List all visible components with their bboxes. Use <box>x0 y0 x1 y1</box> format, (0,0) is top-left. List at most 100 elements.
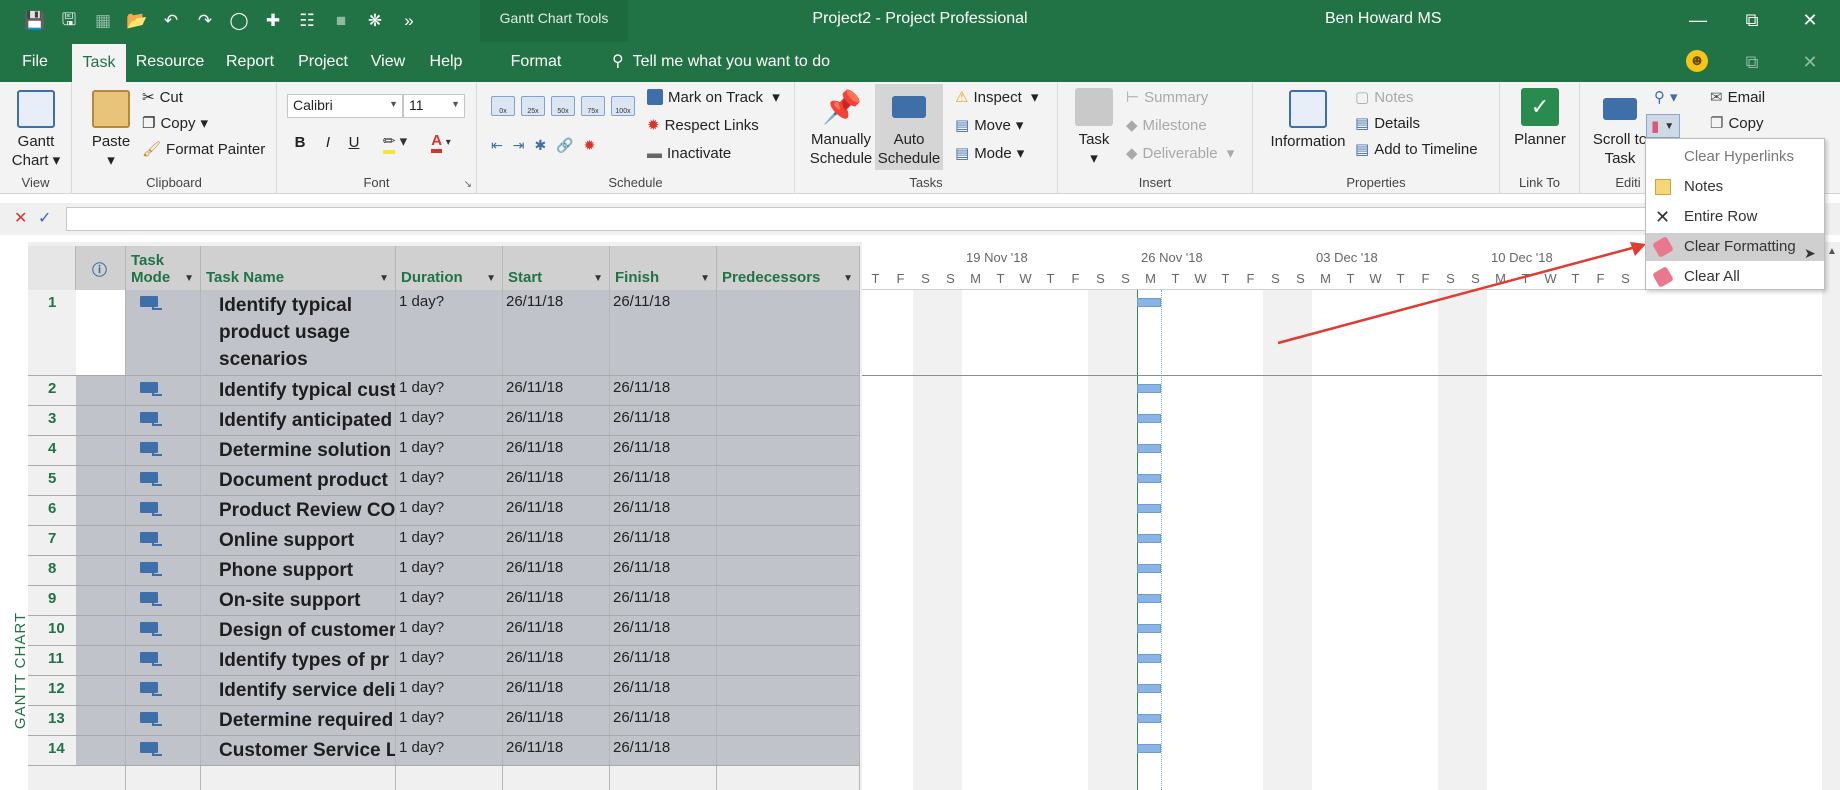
copy-button[interactable]: ❐ Copy ▾ <box>142 112 208 134</box>
indicator-cell[interactable] <box>76 466 126 495</box>
indicator-cell[interactable] <box>76 706 126 735</box>
row-number[interactable]: 12 <box>28 676 76 705</box>
row-number[interactable]: 6 <box>28 496 76 525</box>
start-cell[interactable]: 26/11/18 <box>503 586 610 615</box>
row-number[interactable]: 5 <box>28 466 76 495</box>
finish-cell[interactable]: 26/11/18 <box>610 646 717 675</box>
copy-picture-button[interactable]: ❐ Copy <box>1710 112 1763 134</box>
finish-cell[interactable]: 26/11/18 <box>610 376 717 405</box>
duration-cell[interactable]: 1 day? <box>396 706 503 735</box>
task-mode-cell[interactable] <box>126 706 201 735</box>
pct-75-icon[interactable]: 75x <box>581 96 605 116</box>
tab-report[interactable]: Report <box>220 42 280 82</box>
task-bar[interactable] <box>1137 624 1161 633</box>
milestone-button[interactable]: ◆ Milestone <box>1126 114 1207 136</box>
start-cell[interactable]: 26/11/18 <box>503 376 610 405</box>
mark-on-track-button[interactable]: Mark on Track ▾ <box>647 86 780 108</box>
predecessors-cell[interactable] <box>717 556 860 585</box>
header-task-mode[interactable]: Task Mode ▼ <box>126 246 201 290</box>
tab-help[interactable]: Help <box>424 42 468 82</box>
finish-cell[interactable]: 26/11/18 <box>610 526 717 555</box>
finish-cell[interactable]: 26/11/18 <box>610 496 717 525</box>
header-finish[interactable]: Finish ▼ <box>610 246 717 290</box>
information-button[interactable]: Information <box>1263 90 1353 151</box>
task-bar[interactable] <box>1137 298 1161 307</box>
indicator-cell[interactable] <box>76 676 126 705</box>
filter-arrow-icon[interactable]: ▼ <box>843 273 853 284</box>
clear-button[interactable]: ▮ ▼ <box>1646 114 1680 138</box>
table-row[interactable]: 4 Determine solution 1 day? 26/11/18 26/11/1… <box>28 436 860 466</box>
duration-cell[interactable]: 1 day? <box>396 466 503 495</box>
task-name-cell[interactable]: Identify typical product usage scenarios <box>201 290 396 375</box>
header-indicators[interactable]: ⓘ <box>76 246 126 290</box>
duration-cell[interactable]: 1 day? <box>396 290 503 375</box>
filter-arrow-icon[interactable]: ▼ <box>593 273 603 284</box>
minimize-icon[interactable]: — <box>1678 6 1718 34</box>
row-number[interactable]: 2 <box>28 376 76 405</box>
task-name-cell[interactable]: Phone support <box>201 556 396 585</box>
empty-cell[interactable] <box>201 766 396 790</box>
empty-row[interactable] <box>28 766 860 790</box>
pct-25-icon[interactable]: 25x <box>521 96 545 116</box>
finish-cell[interactable]: 26/11/18 <box>610 676 717 705</box>
row-number[interactable]: 14 <box>28 736 76 765</box>
task-mode-cell[interactable] <box>126 586 201 615</box>
task-bar[interactable] <box>1137 654 1161 663</box>
start-cell[interactable]: 26/11/18 <box>503 290 610 375</box>
row-number[interactable]: 11 <box>28 646 76 675</box>
summary-button[interactable]: ⊢ Summary <box>1126 86 1208 108</box>
cut-button[interactable]: ✂ Cut <box>142 86 183 108</box>
start-cell[interactable]: 26/11/18 <box>503 556 610 585</box>
task-name-cell[interactable]: Design of customer <box>201 616 396 645</box>
start-cell[interactable]: 26/11/18 <box>503 406 610 435</box>
row-number[interactable]: 13 <box>28 706 76 735</box>
tab-file[interactable]: File <box>12 42 58 82</box>
scroll-up-icon[interactable]: ▲ <box>1824 246 1840 257</box>
task-mode-cell[interactable] <box>126 406 201 435</box>
duration-cell[interactable]: 1 day? <box>396 436 503 465</box>
task-name-cell[interactable]: Document product <box>201 466 396 495</box>
empty-cell[interactable] <box>717 766 860 790</box>
table-row[interactable]: 2 Identify typical cust 1 day? 26/11/18 26/1… <box>28 376 860 406</box>
table-row[interactable]: 8 Phone support 1 day? 26/11/18 26/11/18 <box>28 556 860 586</box>
table-row[interactable]: 5 Document product 1 day? 26/11/18 26/11/18 <box>28 466 860 496</box>
task-mode-cell[interactable] <box>126 676 201 705</box>
predecessors-cell[interactable] <box>717 676 860 705</box>
scroll-to-task-button[interactable]: Scroll to Task <box>1588 88 1652 168</box>
table-row[interactable]: 6 Product Review CO 1 day? 26/11/18 26/11/18 <box>28 496 860 526</box>
task-bar[interactable] <box>1137 594 1161 603</box>
manually-schedule-button[interactable]: 📌 Manually Schedule <box>807 88 875 168</box>
inspect-button[interactable]: ⚠ Inspect ▾ <box>955 86 1039 108</box>
task-mode-cell[interactable] <box>126 616 201 645</box>
font-size-select[interactable]: 11 ▼ <box>403 94 465 118</box>
restore-icon[interactable]: ⧉ <box>1732 6 1772 34</box>
notes-button[interactable]: ▢ Notes <box>1355 86 1413 108</box>
link-icon[interactable]: 🔗 <box>556 137 573 154</box>
auto-schedule-button[interactable]: Auto Schedule <box>875 84 943 170</box>
header-task-name[interactable]: Task Name ▼ <box>201 246 396 290</box>
task-bar[interactable] <box>1137 414 1161 423</box>
split-icon[interactable]: ✱ <box>534 137 546 154</box>
finish-cell[interactable]: 26/11/18 <box>610 556 717 585</box>
duration-cell[interactable]: 1 day? <box>396 406 503 435</box>
start-cell[interactable]: 26/11/18 <box>503 466 610 495</box>
confirm-entry-icon[interactable]: ✓ <box>38 208 51 228</box>
pct-0-icon[interactable]: 0x <box>491 96 515 116</box>
filter-arrow-icon[interactable]: ▼ <box>700 273 710 284</box>
indicator-cell[interactable] <box>76 646 126 675</box>
task-name-cell[interactable]: Online support <box>201 526 396 555</box>
indicator-cell[interactable] <box>76 736 126 765</box>
task-mode-cell[interactable] <box>126 526 201 555</box>
task-name-cell[interactable]: Determine solution <box>201 436 396 465</box>
task-name-cell[interactable]: Identify service deli <box>201 676 396 705</box>
task-mode-cell[interactable] <box>126 376 201 405</box>
task-bar[interactable] <box>1137 744 1161 753</box>
entry-input[interactable] <box>66 207 1666 231</box>
font-family-select[interactable]: Calibri ▼ <box>287 94 403 118</box>
table-row[interactable]: 9 On-site support 1 day? 26/11/18 26/11/18 <box>28 586 860 616</box>
predecessors-cell[interactable] <box>717 526 860 555</box>
indicator-cell[interactable] <box>76 290 126 375</box>
task-mode-cell[interactable] <box>126 436 201 465</box>
table-row[interactable]: 14 Customer Service Le 1 day? 26/11/18 26/11… <box>28 736 860 766</box>
empty-cell[interactable] <box>396 766 503 790</box>
